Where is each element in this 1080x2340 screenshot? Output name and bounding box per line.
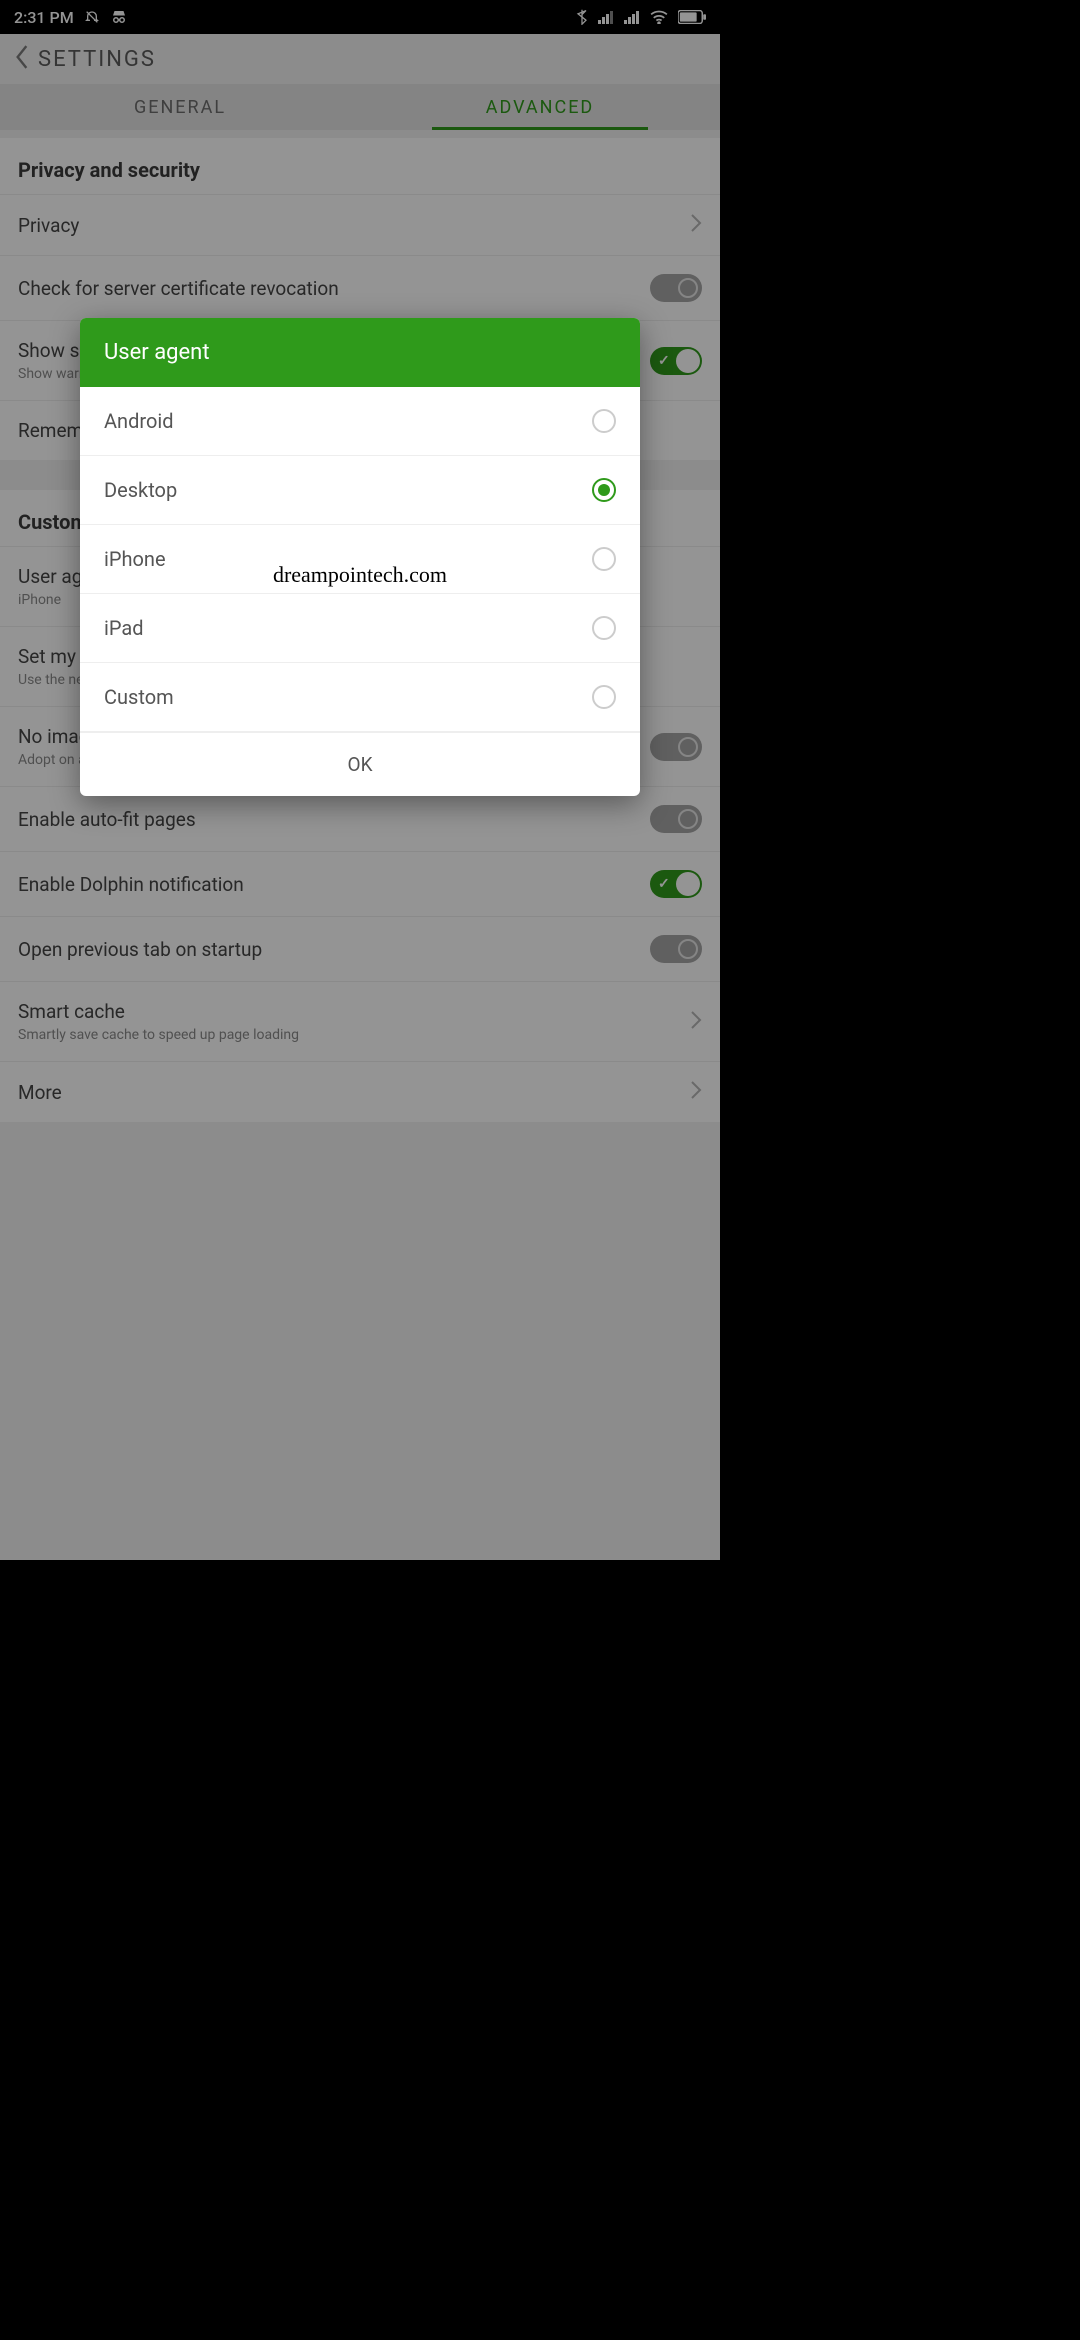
option-custom[interactable]: Custom (80, 663, 640, 732)
option-desktop[interactable]: Desktop (80, 456, 640, 525)
option-iphone[interactable]: iPhone (80, 525, 640, 594)
ok-button[interactable]: OK (80, 732, 640, 796)
radio-icon (592, 616, 616, 640)
radio-selected-icon (592, 478, 616, 502)
radio-icon (592, 409, 616, 433)
radio-icon (592, 547, 616, 571)
option-ipad[interactable]: iPad (80, 594, 640, 663)
screen: 2:31 PM (0, 0, 720, 1560)
radio-icon (592, 685, 616, 709)
dialog-title: User agent (80, 318, 640, 387)
option-android[interactable]: Android (80, 387, 640, 456)
user-agent-dialog: User agent Android Desktop iPhone iPad C… (80, 318, 640, 796)
